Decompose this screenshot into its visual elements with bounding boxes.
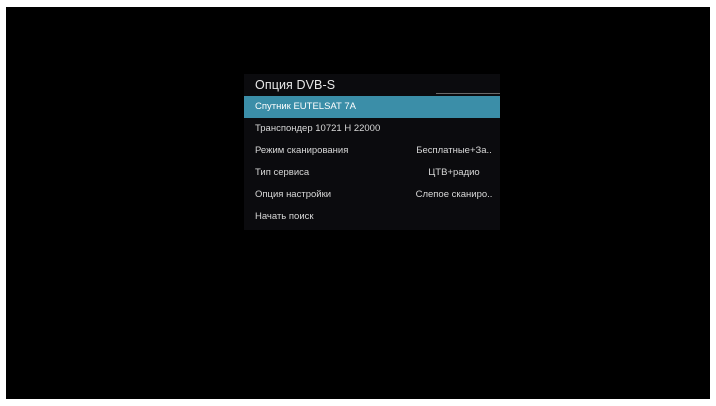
dvbs-options-panel: Опция DVB-S Спутник EUTELSAT 7A Транспон… (244, 74, 500, 230)
menu-item-label: Спутник EUTELSAT 7A (255, 101, 356, 112)
menu-item-value: ЦТВ+радио (428, 167, 480, 178)
menu-item-service-type[interactable]: Тип сервиса ЦТВ+радио (244, 162, 500, 184)
menu-item-label: Опция настройки (255, 189, 332, 200)
panel-title: Опция DVB-S (255, 78, 336, 92)
panel-header: Опция DVB-S (244, 74, 500, 96)
options-menu: Спутник EUTELSAT 7A Транспондер 10721 H … (244, 96, 500, 228)
menu-item-label: Тип сервиса (255, 167, 310, 178)
menu-item-start-search[interactable]: Начать поиск (244, 206, 500, 228)
tv-screen: Опция DVB-S Спутник EUTELSAT 7A Транспон… (6, 7, 710, 399)
menu-item-value: Бесплатные+За.. (416, 145, 492, 156)
menu-item-transponder[interactable]: Транспондер 10721 H 22000 (244, 118, 500, 140)
header-divider (436, 93, 500, 94)
menu-item-label: Транспондер 10721 H 22000 (255, 123, 381, 134)
menu-item-label: Начать поиск (255, 211, 314, 222)
menu-item-satellite[interactable]: Спутник EUTELSAT 7A (244, 96, 500, 118)
menu-item-label: Режим сканирования (255, 145, 349, 156)
menu-item-tuning-option[interactable]: Опция настройки Слепое сканиро.. (244, 184, 500, 206)
menu-item-scan-mode[interactable]: Режим сканирования Бесплатные+За.. (244, 140, 500, 162)
menu-item-value: Слепое сканиро.. (415, 189, 493, 200)
